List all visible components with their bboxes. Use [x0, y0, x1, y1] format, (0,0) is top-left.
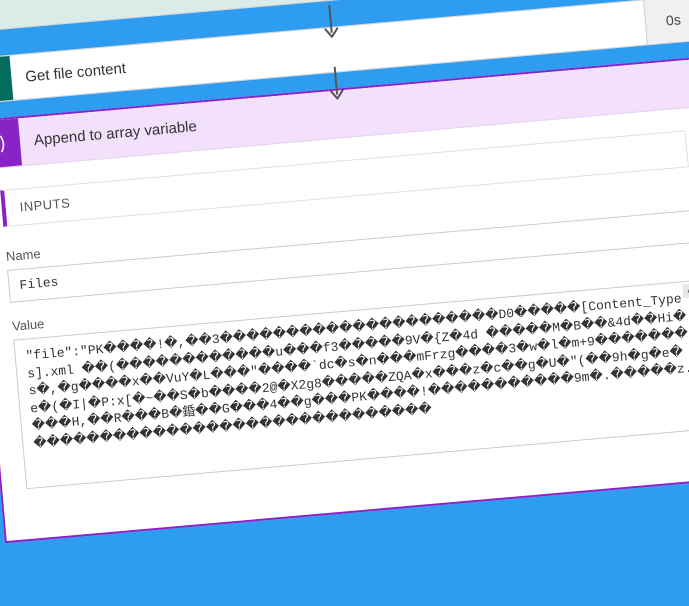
append-to-array-card[interactable]: Append to array variable INPUTS Name Fil…: [0, 56, 689, 543]
scroll-up-icon[interactable]: ▴: [682, 283, 689, 298]
